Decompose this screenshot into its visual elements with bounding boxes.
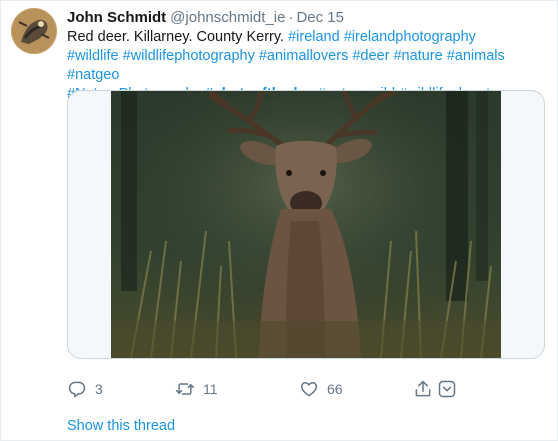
author-handle[interactable]: @johnschmidt_ie: [170, 9, 285, 26]
like-button[interactable]: 66: [299, 378, 343, 400]
more-button[interactable]: [437, 378, 457, 400]
tweet-text-plain: Red deer. Killarney. County Kerry.: [67, 29, 285, 45]
reply-button[interactable]: 3: [67, 378, 103, 400]
share-icon: [415, 380, 431, 397]
hashtag-link[interactable]: #animallovers: [259, 48, 348, 64]
hashtag-link[interactable]: #wildlifephotography: [123, 48, 255, 64]
tweet-actions: 3 11 66: [67, 378, 537, 400]
hashtag-link[interactable]: #natgeo: [67, 67, 119, 83]
retweet-icon: [175, 383, 195, 395]
separator-dot: ·: [288, 9, 294, 26]
heart-icon: [300, 382, 318, 397]
deer-photo[interactable]: [111, 91, 501, 358]
hashtag-link[interactable]: #irelandphotography: [344, 29, 476, 45]
share-button[interactable]: [413, 378, 433, 400]
retweet-button[interactable]: 11: [175, 378, 218, 400]
hashtag-link[interactable]: #animals: [447, 48, 505, 64]
avatar-image: [11, 8, 57, 54]
reply-icon: [68, 381, 86, 398]
show-thread-link[interactable]: Show this thread: [67, 418, 175, 434]
retweet-count: 11: [203, 381, 218, 397]
hashtag-link[interactable]: #deer: [352, 48, 389, 64]
avatar[interactable]: [11, 8, 57, 54]
hashtag-link[interactable]: #wildlife: [67, 48, 119, 64]
like-count: 66: [327, 381, 343, 397]
reply-count: 3: [95, 381, 103, 397]
tweet-header: John Schmidt @johnschmidt_ie · Dec 15: [67, 8, 344, 27]
tweet-card[interactable]: John Schmidt @johnschmidt_ie · Dec 15 Red d…: [0, 0, 558, 441]
chevron-down-icon: [438, 380, 456, 398]
author-name[interactable]: John Schmidt: [67, 9, 166, 26]
tweet-media[interactable]: [67, 90, 545, 359]
deer-photo-image: [111, 91, 501, 358]
hashtag-link[interactable]: #nature: [393, 48, 442, 64]
hashtag-link[interactable]: #ireland: [288, 29, 340, 45]
tweet-date[interactable]: Dec 15: [296, 9, 344, 26]
